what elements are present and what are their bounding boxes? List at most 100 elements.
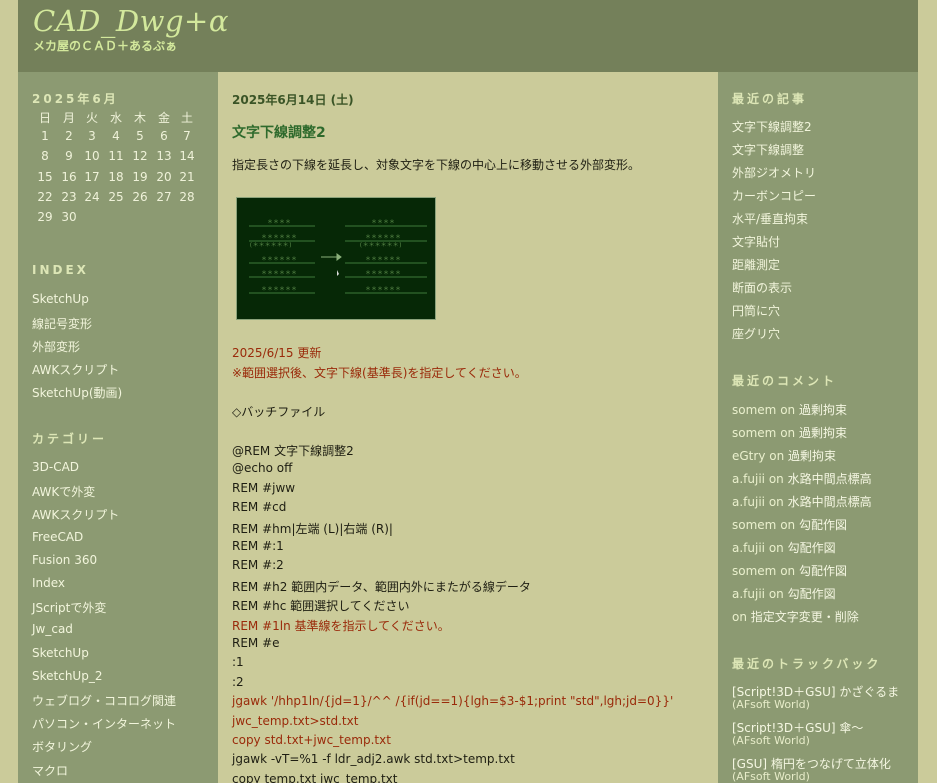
category-link[interactable]: パソコン・インターネット [32,715,176,732]
site-title-link[interactable]: CAD_Dwg+α [33,4,229,38]
category-link[interactable]: SketchUp [32,646,89,660]
code-line: jgawk '/hhp1ln/{jd=1}/^^ /{if(jd==1){lgh… [232,694,674,709]
code-line: REM #:2 [232,558,284,573]
index-heading: INDEX [32,263,89,277]
comment-author: somem [732,403,777,417]
svg-text:＊＊＊＊＊＊: ＊＊＊＊＊＊ [261,286,297,293]
recent-post-link[interactable]: 文字下線調整 [732,141,804,158]
comment-post-link[interactable]: 水路中間点標高 [788,472,872,486]
comment-connector: on [732,610,747,624]
index-link[interactable]: 線記号変形 [32,315,92,332]
category-link[interactable]: マクロ [32,762,68,779]
comment-item: a.fujii on 勾配作図 [732,585,836,602]
calendar-day: 15 [37,169,53,184]
index-link[interactable]: AWKスクリプト [32,361,119,378]
calendar-day: 2 [65,129,73,143]
code-line: REM #1ln 基準線を指示してください。 [232,618,450,633]
trackback-source: (AFsoft World) [732,698,810,711]
code-line: copy temp.txt jwc_temp.txt [232,771,398,783]
calendar-weekday: 金 [157,111,170,125]
comment-post-link[interactable]: 指定文字変更・削除 [751,610,859,624]
comment-post-link[interactable]: 過剰拘束 [799,403,847,417]
calendar-day: 1 [41,129,49,143]
recent-post-link[interactable]: 文字下線調整2 [732,118,812,135]
code-line: copy std.txt+jwc_temp.txt [232,733,391,747]
comment-author: a.fujii [732,495,765,509]
calendar-day: 20 [156,169,172,184]
code-line: :1 [232,655,244,670]
category-link[interactable]: FreeCAD [32,530,83,544]
left-sidebar: 2025年6月 日月火水木金土 1 2 3 4 5 6 7 8 9 10 11 12 13 14 15 16 17… [18,72,218,783]
category-link[interactable]: AWKスクリプト [32,506,119,523]
calendar-title: 2025年6月 [32,92,119,106]
comment-post-link[interactable]: 勾配作図 [799,564,847,578]
comment-author: somem [732,518,777,532]
calendar-day: 26 [132,189,148,204]
calendar-day: 17 [84,169,100,184]
index-link[interactable]: SketchUp(動画) [32,384,122,401]
comment-author: a.fujii [732,587,765,601]
comment-post-link[interactable]: 勾配作図 [799,518,847,532]
post-thumbnail-image[interactable]: ＊＊＊＊ ＊＊＊＊＊＊ (＊＊＊＊＊＊) ＊＊＊＊＊＊ ＊＊＊＊＊＊ ＊＊＊＊＊… [236,197,436,320]
calendar-day: 28 [179,189,195,204]
code-line: @REM 文字下線調整2 [232,444,354,458]
comment-connector: on [768,472,784,486]
svg-text:＊＊＊＊＊＊: ＊＊＊＊＊＊ [261,270,297,277]
category-link[interactable]: Fusion 360 [32,553,97,567]
post-date: 2025年6月14日 (土) [232,93,354,107]
comment-connector: on [768,495,784,509]
recent-post-link[interactable]: 距離測定 [732,256,780,273]
comment-item: a.fujii on 勾配作図 [732,539,836,556]
calendar-day: 3 [88,129,96,143]
code-line: jgawk -vT=%1 -f ldr_adj2.awk std.txt>tem… [232,752,515,767]
recent-post-link[interactable]: 座グリ穴 [732,325,780,342]
calendar-day: 18 [108,169,124,184]
category-link[interactable]: Jw_cad [32,622,73,636]
calendar-day: 8 [41,149,49,164]
update-date: 2025/6/15 更新 [232,346,322,360]
category-link[interactable]: JScriptで外変 [32,599,106,616]
post-lead: 指定長さの下線を延長し、対象文字を下線の中心上に移動させる外部変形。 [232,158,641,172]
comment-connector: on [780,564,796,578]
svg-text:＊＊＊＊＊＊: ＊＊＊＊＊＊ [365,234,401,241]
svg-text:＊＊＊＊: ＊＊＊＊ [267,219,291,226]
comment-post-link[interactable]: 過剰拘束 [788,449,836,463]
category-link[interactable]: SketchUp_2 [32,669,102,683]
calendar-weekday: 水 [109,111,122,125]
comment-item: a.fujii on 水路中間点標高 [732,493,872,510]
category-link[interactable]: 3D-CAD [32,460,79,474]
calendar-weekday: 火 [85,111,98,125]
recent-post-link[interactable]: 断面の表示 [732,279,792,296]
calendar-day: 30 [61,210,77,225]
comment-author: a.fujii [732,472,765,486]
recent-post-link[interactable]: 円筒に穴 [732,302,780,319]
comment-post-link[interactable]: 水路中間点標高 [788,495,872,509]
category-link[interactable]: ボタリング [32,738,92,755]
calendar-day: 10 [84,149,100,164]
category-link[interactable]: ウェブログ・ココログ関連 [32,692,176,709]
comment-author: a.fujii [732,541,765,555]
calendar-day: 16 [61,169,77,184]
svg-text:＊＊＊＊＊＊: ＊＊＊＊＊＊ [261,256,297,263]
trackback-source: (AFsoft World) [732,734,810,747]
comment-post-link[interactable]: 過剰拘束 [799,426,847,440]
recent-post-link[interactable]: 外部ジオメトリ [732,164,816,181]
comment-connector: on [768,541,784,555]
comment-author: somem [732,426,777,440]
svg-text:(＊＊＊＊＊＊): (＊＊＊＊＊＊) [249,242,292,249]
recent-post-link[interactable]: 文字貼付 [732,233,780,250]
category-link[interactable]: AWKで外変 [32,483,95,500]
recent-post-link[interactable]: カーボンコピー [732,187,816,204]
comment-post-link[interactable]: 勾配作図 [788,587,836,601]
code-line: REM #hm|左端 (L)|右端 (R)| [232,521,393,536]
recent-post-link[interactable]: 水平/垂直拘束 [732,210,808,227]
trackbacks-heading: 最近のトラックバック [732,657,882,671]
recent-comments-heading: 最近のコメント [732,374,838,388]
comment-item: somem on 勾配作図 [732,562,847,579]
comment-connector: on [780,518,796,532]
category-link[interactable]: Index [32,576,65,590]
index-link[interactable]: SketchUp [32,292,89,306]
post-title-link[interactable]: 文字下線調整2 [232,122,326,142]
index-link[interactable]: 外部変形 [32,338,80,355]
comment-post-link[interactable]: 勾配作図 [788,541,836,555]
